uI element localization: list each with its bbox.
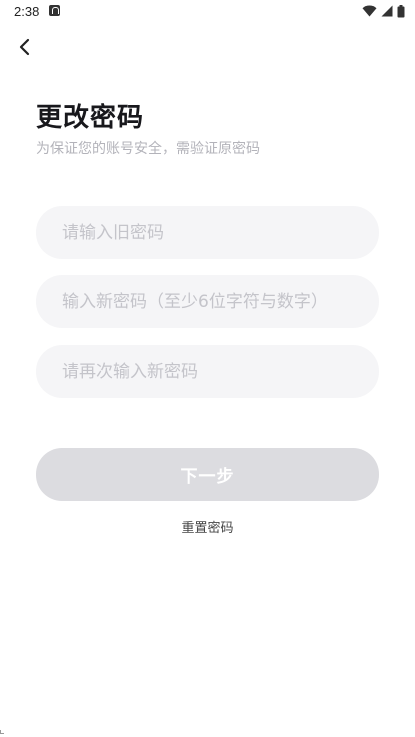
corner-mark <box>0 730 4 734</box>
battery-icon <box>397 4 405 17</box>
back-button[interactable] <box>10 32 40 62</box>
status-icons <box>362 4 405 18</box>
new-password-input[interactable] <box>36 275 379 328</box>
status-time: 2:38 <box>14 4 40 19</box>
signal-icon <box>381 5 393 17</box>
status-bar: 2:38 <box>0 0 415 24</box>
page-title: 更改密码 <box>36 103 145 133</box>
next-button[interactable]: 下一步 <box>36 448 379 501</box>
wifi-icon <box>362 5 377 17</box>
notification-a-icon <box>49 5 60 16</box>
chevron-left-icon <box>19 38 30 56</box>
old-password-input[interactable] <box>36 206 379 259</box>
reset-password-link[interactable]: 重置密码 <box>0 517 415 536</box>
confirm-password-input[interactable] <box>36 345 379 398</box>
page-subtitle: 为保证您的账号安全，需验证原密码 <box>36 141 260 157</box>
